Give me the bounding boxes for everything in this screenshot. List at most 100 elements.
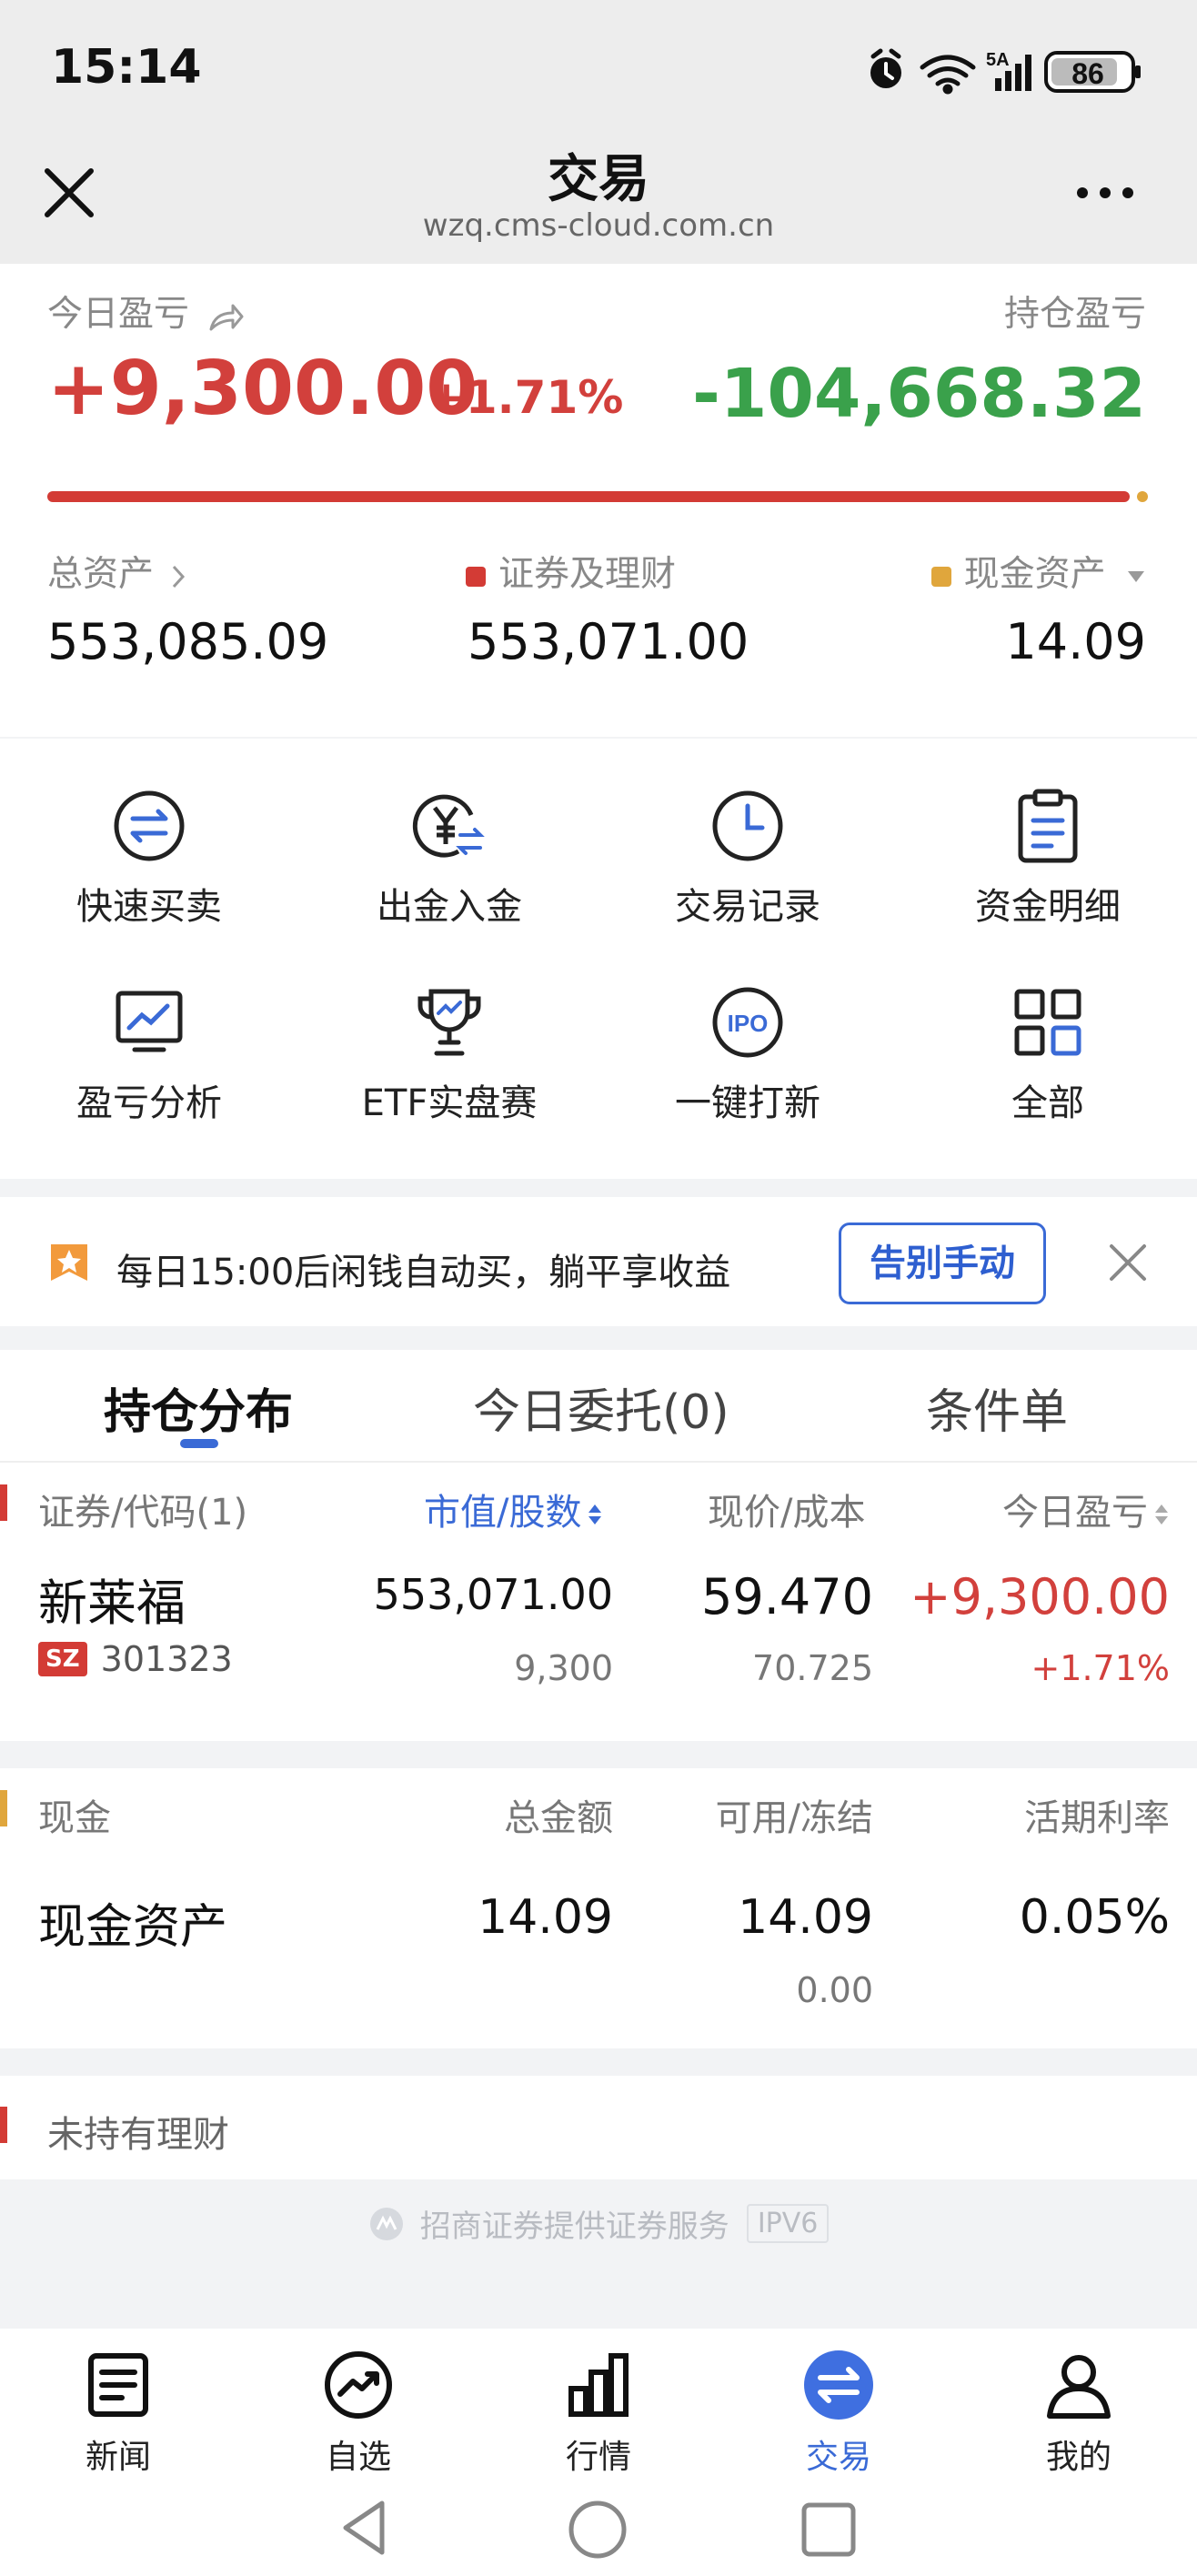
star-badge-icon [47,1241,91,1284]
cash-row-total: 14.09 [478,1890,613,1945]
nav-market[interactable]: 行情 [508,2329,689,2478]
today-pnl-label: 今日盈亏 [47,286,246,337]
wealth-section: 未持有理财 [0,2076,1197,2179]
today-pnl-percent: +1.71% [428,371,624,424]
battery-icon: 86 [1044,51,1141,93]
holdings-header-security: 证券/代码(1) [38,1492,248,1534]
close-banner-icon[interactable] [1108,1243,1148,1283]
ipv6-badge: IPV6 [746,2204,830,2243]
grid-icon [1010,984,1086,1061]
quick-action-fund-details[interactable]: 资金明细 [939,788,1157,930]
wealth-label: 未持有理财 [47,2114,229,2156]
footer-provider: 招商证券提供证券服务 IPV6 [0,2201,1197,2246]
quick-action-deposit-withdraw[interactable]: 出金入金 [340,788,558,930]
current-price: 59.470 [701,1568,873,1625]
caret-down-icon [1126,569,1146,584]
shares: 9,300 [514,1648,613,1688]
nav-news[interactable]: 新闻 [27,2329,209,2478]
page-url: wzq.cms-cloud.com.cn [422,207,775,244]
holdings-table: 证券/代码(1) 市值/股数 现价/成本 今日盈亏 新莱福 SZ 301323 … [0,1463,1197,1741]
securities-legend-dot [466,566,486,587]
share-icon[interactable] [207,300,246,333]
chevron-right-icon [168,563,188,590]
svg-text:86: 86 [1071,57,1104,90]
nav-watchlist[interactable]: 自选 [267,2329,449,2478]
signal-icon: 5A [986,50,1031,91]
cash-assets-dropdown[interactable]: 现金资产 [930,546,1146,597]
bar-chart-icon [562,2349,635,2421]
cash-legend-dot [930,566,951,587]
cash-row-frozen: 0.00 [796,1970,873,2010]
bottom-nav: 新闻 自选 行情 交易 我的 [0,2329,1197,2576]
asset-split-bar [47,491,1130,502]
section-marker [0,1790,7,1826]
total-assets-value: 553,085.09 [47,613,329,670]
yen-transfer-icon [411,788,488,864]
trade-icon [802,2349,875,2421]
cost-price: 70.725 [752,1648,873,1688]
page-title: 交易 [548,150,649,209]
nav-profile[interactable]: 我的 [988,2329,1170,2478]
quick-action-etf-contest[interactable]: ETF实盘赛 [340,984,558,1126]
ipo-icon: IPO [709,984,786,1061]
securities-value: 553,071.00 [468,613,749,670]
holding-pnl-label: 持仓盈亏 [1003,294,1146,335]
banner-text: 每日15:00后闲钱自动买，躺平享收益 [116,1252,731,1293]
quick-action-fast-trade[interactable]: 快速买卖 [40,788,258,930]
cash-table: 现金 总金额 可用/冻结 活期利率 现金资产 14.09 14.09 0.00 … [0,1768,1197,2048]
quick-action-ipo[interactable]: IPO 一键打新 [639,984,857,1126]
chart-monitor-icon [111,984,187,1061]
quick-action-pnl-analysis[interactable]: 盈亏分析 [40,984,258,1126]
stock-name: 新莱福 [38,1575,186,1632]
auto-buy-button[interactable]: 告别手动 [839,1223,1046,1304]
wifi-icon [920,55,976,95]
stock-today-pnl-percent: +1.71% [1031,1648,1170,1688]
holdings-header-today-pnl[interactable]: 今日盈亏 [1002,1483,1170,1535]
status-icons: 5A 86 [862,45,1153,96]
more-icon[interactable] [1073,182,1137,204]
quick-action-all[interactable]: 全部 [939,984,1157,1126]
securities-label: 证券及理财 [466,546,676,597]
cash-row-rate: 0.05% [1019,1890,1170,1945]
news-icon [82,2349,155,2421]
cash-split-dot [1137,491,1148,502]
cash-header-label: 现金 [38,1797,111,1839]
tab-conditional-orders[interactable]: 条件单 [926,1374,1068,1442]
stock-today-pnl: +9,300.00 [910,1568,1170,1625]
tab-today-orders[interactable]: 今日委托(0) [473,1374,729,1442]
quick-action-trade-records[interactable]: 交易记录 [639,788,857,930]
section-marker [0,1484,7,1521]
trend-icon [322,2349,395,2421]
nav-trade[interactable]: 交易 [748,2329,930,2478]
tab-holdings[interactable]: 持仓分布 [104,1374,293,1442]
holdings-header-market-value[interactable]: 市值/股数 [424,1483,603,1535]
cash-row-available: 14.09 [738,1890,873,1945]
back-icon[interactable] [337,2498,391,2558]
svg-text:IPO: IPO [728,1010,769,1037]
sort-icon [587,1503,603,1526]
alarm-icon [870,48,901,88]
sort-icon [1153,1503,1170,1526]
cash-header-available: 可用/冻结 [715,1797,873,1839]
cash-header-rate: 活期利率 [1024,1797,1170,1839]
clock-icon [709,788,786,864]
holdings-header-price: 现价/成本 [708,1492,866,1534]
home-icon[interactable] [568,2500,628,2560]
cash-value: 14.09 [1005,613,1146,670]
market-badge: SZ [38,1642,87,1676]
app-header: 15:14 5A 86 交易 wzq.cms-cloud.com.cn [0,0,1197,264]
user-icon [1042,2349,1115,2421]
clipboard-icon [1010,788,1086,864]
status-time: 15:14 [51,40,202,95]
total-assets-link[interactable]: 总资产 [47,546,188,597]
today-pnl-value: +9,300.00 [47,346,478,432]
stock-code: SZ 301323 [38,1639,233,1679]
recents-icon[interactable] [800,2501,857,2558]
section-marker [0,2107,7,2143]
svg-text:5A: 5A [986,50,1010,70]
tab-active-indicator [180,1439,218,1448]
table-row[interactable]: 新莱福 SZ 301323 553,071.00 9,300 59.470 70… [0,1563,1197,1726]
holding-pnl-value: -104,668.32 [692,355,1146,433]
trophy-icon [411,984,488,1061]
market-value: 553,071.00 [373,1570,613,1619]
